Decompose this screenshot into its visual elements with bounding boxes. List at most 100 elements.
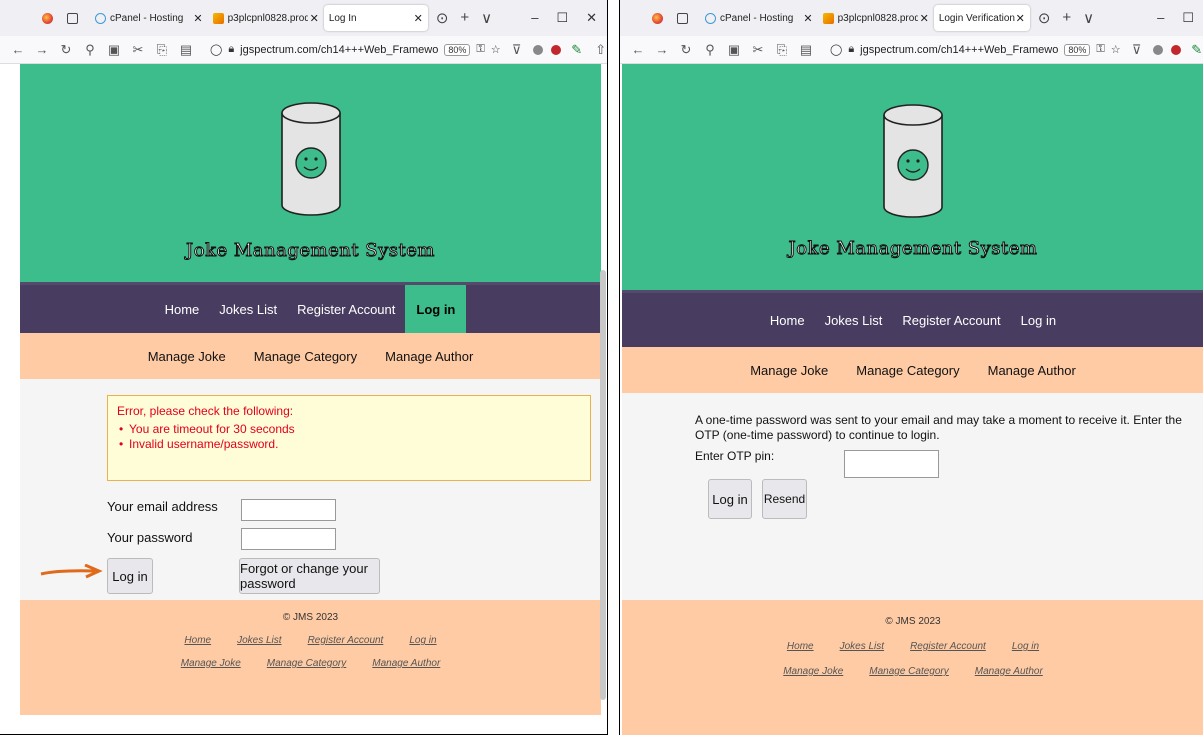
firefox-icon[interactable] [652, 12, 663, 24]
login-button[interactable]: Log in [708, 479, 752, 519]
shield-icon[interactable]: ◯ [210, 43, 222, 56]
nav-register-account[interactable]: Register Account [287, 285, 405, 333]
close-tab-icon[interactable]: ✕ [310, 12, 319, 25]
firefox-view-icon[interactable]: ⊙ [436, 9, 449, 27]
maximize-icon[interactable]: ☐ [556, 10, 568, 26]
subnav-manage-author[interactable]: Manage Author [385, 349, 473, 364]
addon-icon[interactable] [532, 44, 543, 55]
subnav-manage-category[interactable]: Manage Category [856, 363, 959, 378]
forgot-password-button[interactable]: Forgot or change your password [239, 558, 380, 594]
subnav-manage-category[interactable]: Manage Category [254, 349, 357, 364]
otp-field[interactable] [844, 450, 939, 478]
copy-icon[interactable]: ⎘ [154, 42, 170, 58]
bookmark-star-icon[interactable]: ☆ [1111, 43, 1121, 56]
addon-icon[interactable] [1152, 44, 1163, 55]
extension-icon[interactable]: ⚲ [702, 42, 718, 58]
tab-list-icon[interactable] [677, 12, 688, 24]
login-button[interactable]: Log in [107, 558, 153, 594]
footer-link-manage-category[interactable]: Manage Category [267, 658, 347, 669]
tab-overflow-icon[interactable]: ∨ [481, 9, 492, 27]
forward-icon[interactable]: → [34, 42, 50, 57]
tab-file-manager[interactable]: p3plcpnl0828.prod.phx3.sec ✕ [818, 5, 934, 31]
nav-jokes-list[interactable]: Jokes List [209, 285, 287, 333]
bookmark-star-icon[interactable]: ☆ [491, 43, 501, 56]
reload-icon[interactable]: ↻ [678, 42, 694, 58]
footer-link-manage-author[interactable]: Manage Author [975, 666, 1043, 677]
share-icon[interactable]: ⇧ [593, 42, 607, 58]
close-window-icon[interactable]: ✕ [586, 10, 597, 26]
footer-link-register-account[interactable]: Register Account [308, 635, 384, 646]
url-bar[interactable]: ◯ 🔒︎ jgspectrum.com/ch14+++Web_Framewo 8… [830, 43, 1121, 56]
close-tab-icon[interactable]: ✕ [803, 12, 812, 25]
nav-jokes-list[interactable]: Jokes List [815, 293, 893, 347]
minimize-icon[interactable]: – [531, 10, 538, 26]
copy-icon[interactable]: ⎘ [774, 42, 790, 58]
extension-icon[interactable]: ⚲ [82, 42, 98, 58]
nav-home[interactable]: Home [760, 293, 815, 347]
tab-file-manager[interactable]: p3plcpnl0828.prod.phx3.sec ✕ [208, 5, 324, 31]
close-tab-icon[interactable]: ✕ [414, 12, 423, 25]
pocket-icon[interactable]: ⊽ [509, 42, 525, 58]
close-tab-icon[interactable]: ✕ [920, 12, 929, 25]
footer-link-home[interactable]: Home [184, 635, 211, 646]
nav-register-account[interactable]: Register Account [892, 293, 1010, 347]
lock-icon[interactable]: 🔒︎ [228, 43, 234, 56]
email-field[interactable] [241, 499, 336, 521]
new-tab-icon[interactable]: + [1062, 9, 1071, 27]
paste-icon[interactable]: ▤ [178, 42, 194, 58]
zoom-level[interactable]: 80% [1064, 43, 1091, 56]
subnav-manage-joke[interactable]: Manage Joke [750, 363, 828, 378]
tab-cpanel[interactable]: cPanel - Hosting ✕ [90, 5, 208, 31]
zoom-level[interactable]: 80% [444, 43, 471, 56]
pen-icon[interactable]: ✎ [1189, 42, 1203, 58]
footer-link-manage-joke[interactable]: Manage Joke [783, 666, 843, 677]
addon-icon[interactable] [1170, 44, 1181, 55]
reload-icon[interactable]: ↻ [58, 42, 74, 58]
footer-link-log-in[interactable]: Log in [409, 635, 436, 646]
footer-link-manage-category[interactable]: Manage Category [869, 666, 949, 677]
forward-icon[interactable]: → [654, 42, 670, 57]
url-text[interactable]: jgspectrum.com/ch14+++Web_Framewo [860, 44, 1058, 56]
addon-icon[interactable] [550, 44, 561, 55]
clipboard-icon[interactable]: ▣ [726, 42, 742, 58]
tab-cpanel[interactable]: cPanel - Hosting ✕ [700, 5, 818, 31]
tab-login-verification[interactable]: Login Verification ✕ [933, 5, 1030, 31]
footer-link-home[interactable]: Home [787, 641, 814, 652]
url-bar[interactable]: ◯ 🔒︎ jgspectrum.com/ch14+++Web_Framewo 8… [210, 43, 501, 56]
cut-icon[interactable]: ✂ [130, 42, 146, 58]
firefox-view-icon[interactable]: ⊙ [1038, 9, 1051, 27]
firefox-icon[interactable] [42, 12, 53, 24]
shield-icon[interactable]: ◯ [830, 43, 842, 56]
nav-log-in[interactable]: Log in [405, 285, 467, 333]
key-icon[interactable]: ⚿ [1096, 43, 1104, 56]
resend-button[interactable]: Resend [762, 479, 807, 519]
close-tab-icon[interactable]: ✕ [1016, 12, 1025, 25]
maximize-icon[interactable]: ☐ [1182, 10, 1194, 26]
new-tab-icon[interactable]: + [460, 9, 469, 27]
nav-log-in[interactable]: Log in [1011, 293, 1066, 347]
subnav-manage-author[interactable]: Manage Author [988, 363, 1076, 378]
url-text[interactable]: jgspectrum.com/ch14+++Web_Framewo [240, 44, 438, 56]
lock-icon[interactable]: 🔒︎ [848, 43, 854, 56]
footer-link-log-in[interactable]: Log in [1012, 641, 1039, 652]
minimize-icon[interactable]: – [1157, 10, 1164, 26]
tab-overflow-icon[interactable]: ∨ [1083, 9, 1094, 27]
footer-link-register-account[interactable]: Register Account [910, 641, 986, 652]
back-icon[interactable]: ← [10, 42, 26, 57]
cut-icon[interactable]: ✂ [750, 42, 766, 58]
footer-link-jokes-list[interactable]: Jokes List [840, 641, 884, 652]
footer-link-manage-joke[interactable]: Manage Joke [181, 658, 241, 669]
clipboard-icon[interactable]: ▣ [106, 42, 122, 58]
back-icon[interactable]: ← [630, 42, 646, 57]
password-field[interactable] [241, 528, 336, 550]
footer-link-manage-author[interactable]: Manage Author [372, 658, 440, 669]
tab-log-in[interactable]: Log In ✕ [323, 5, 428, 31]
nav-home[interactable]: Home [155, 285, 210, 333]
paste-icon[interactable]: ▤ [798, 42, 814, 58]
key-icon[interactable]: ⚿ [476, 43, 484, 56]
pocket-icon[interactable]: ⊽ [1129, 42, 1145, 58]
close-tab-icon[interactable]: ✕ [193, 12, 202, 25]
scrollbar[interactable] [600, 270, 606, 700]
pen-icon[interactable]: ✎ [569, 42, 585, 58]
tab-list-icon[interactable] [67, 12, 78, 24]
